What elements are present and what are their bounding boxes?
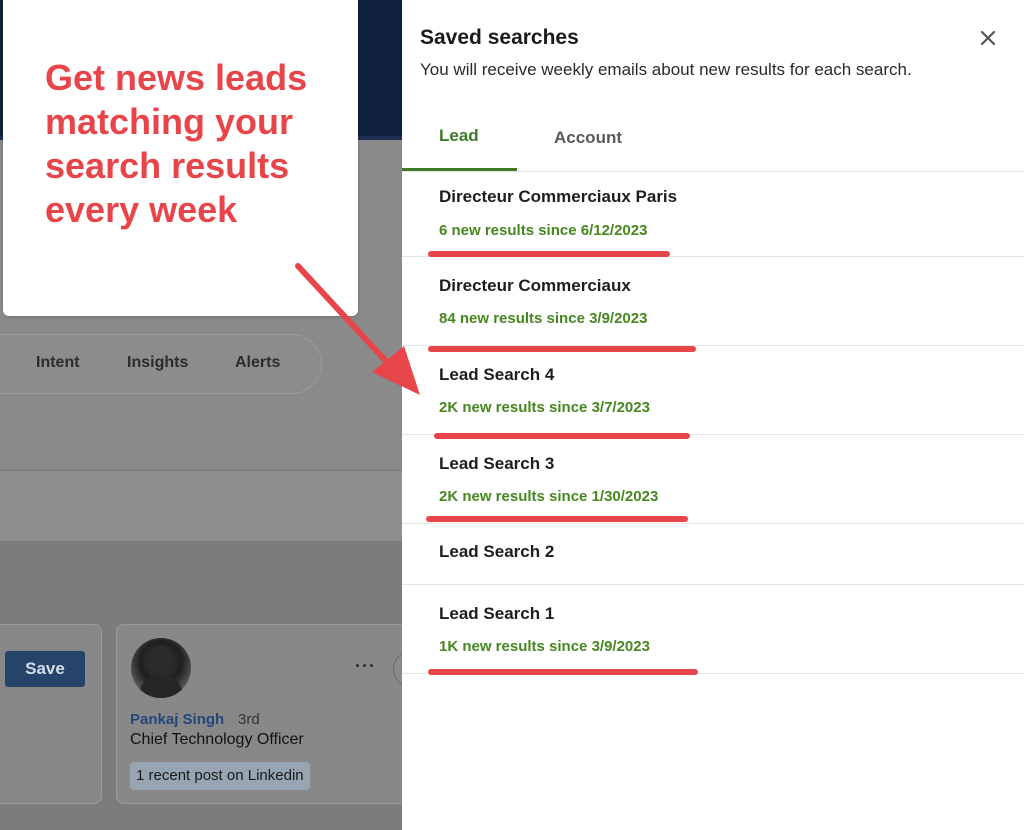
saved-search-name[interactable]: Lead Search 1 [439,604,554,624]
saved-search-new-results[interactable]: 2K new results since 1/30/2023 [439,488,658,505]
highlight-underline [428,346,696,352]
saved-search-name[interactable]: Lead Search 4 [439,365,554,385]
saved-search-item[interactable]: Lead Search 2 [402,524,1024,585]
tab-alerts[interactable]: Alerts [235,354,280,372]
saved-search-new-results[interactable]: 6 new results since 6/12/2023 [439,222,647,239]
highlight-underline [428,251,670,257]
tab-intent[interactable]: Intent [36,354,80,372]
avatar-shoulders [139,674,183,698]
person-title: Chief Technology Officer [130,731,304,748]
tab-insights[interactable]: Insights [127,354,188,372]
saved-searches-panel: Saved searches You will receive weekly e… [402,0,1024,830]
saved-search-item[interactable]: Lead Search 3 2K new results since 1/30/… [402,435,1024,524]
tab-account[interactable]: Account [554,128,622,148]
saved-search-name[interactable]: Lead Search 2 [439,542,554,562]
tab-lead[interactable]: Lead [439,126,479,146]
highlight-underline [428,669,698,675]
saved-search-item[interactable]: Lead Search 1 1K new results since 3/9/2… [402,585,1024,674]
more-options-icon[interactable]: ··· [355,656,376,677]
close-icon [980,30,996,46]
highlight-underline [434,433,690,439]
saved-search-item[interactable]: Lead Search 4 2K new results since 3/7/2… [402,346,1024,435]
saved-search-item[interactable]: Directeur Commerciaux Paris 6 new result… [402,172,1024,257]
panel-subtitle: You will receive weekly emails about new… [420,60,912,79]
avatar[interactable] [131,638,191,698]
save-button[interactable]: Save [5,651,85,687]
saved-search-item[interactable]: Directeur Commerciaux 84 new results sin… [402,257,1024,346]
close-button[interactable] [974,24,1002,52]
saved-search-name[interactable]: Lead Search 3 [439,454,554,474]
highlight-underline [426,516,688,522]
saved-search-name[interactable]: Directeur Commerciaux [439,276,631,296]
recent-post-badge[interactable]: 1 recent post on Linkedin [130,762,310,790]
saved-search-new-results[interactable]: 1K new results since 3/9/2023 [439,638,650,655]
connection-degree: 3rd [238,711,260,728]
callout-card: Get news leads matching your search resu… [3,0,358,316]
panel-title: Saved searches [420,26,579,49]
avatar-head [149,646,173,674]
saved-search-new-results[interactable]: 84 new results since 3/9/2023 [439,310,647,327]
saved-search-name[interactable]: Directeur Commerciaux Paris [439,187,677,207]
person-name-link[interactable]: Pankaj Singh [130,711,224,728]
saved-search-new-results[interactable]: 2K new results since 3/7/2023 [439,399,650,416]
callout-text: Get news leads matching your search resu… [45,57,308,230]
